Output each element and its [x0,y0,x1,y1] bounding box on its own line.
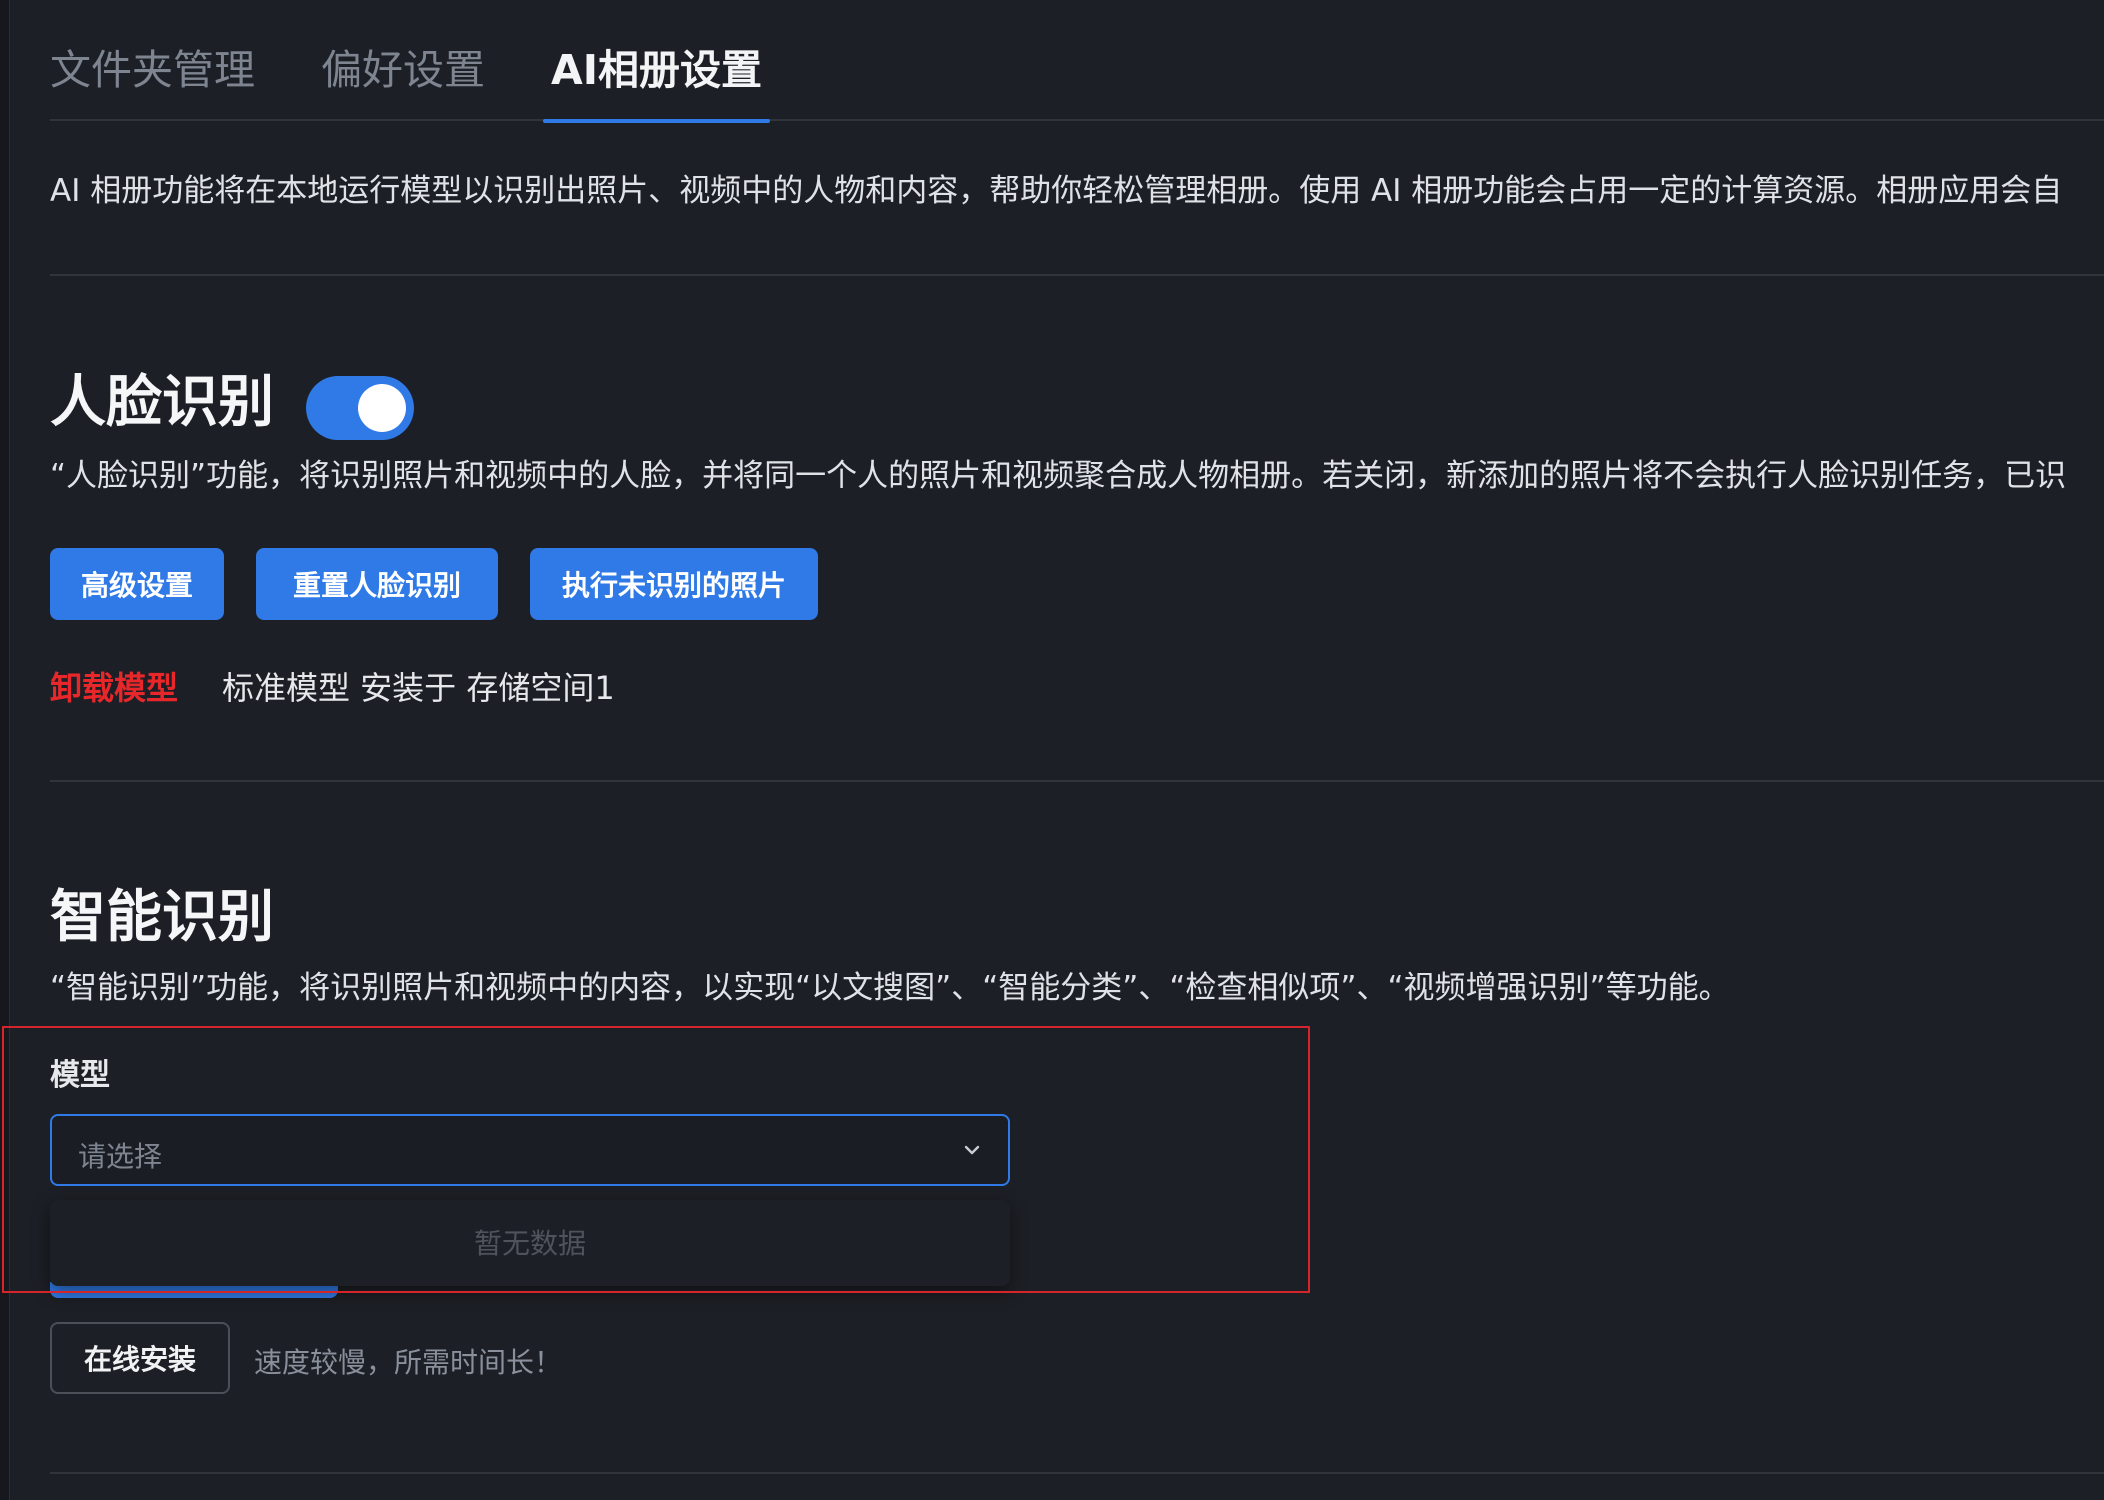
smart-recognition-description: “智能识别”功能，将识别照片和视频中的内容，以实现“以文搜图”、“智能分类”、“… [50,970,1730,1006]
highlight-annotation-box [2,1026,1310,1293]
divider [50,1472,2104,1474]
online-install-button[interactable]: 在线安装 [50,1322,230,1394]
tab-folder-management[interactable]: 文件夹管理 [50,0,255,121]
toggle-knob [358,384,406,432]
divider [50,274,2104,276]
face-recognition-toggle[interactable] [306,376,414,440]
face-recognition-title: 人脸识别 [50,370,274,435]
advanced-settings-button[interactable]: 高级设置 [50,548,224,620]
settings-page: 文件夹管理 偏好设置 AI相册设置 AI 相册功能将在本地运行模型以识别出照片、… [0,0,2104,1500]
model-install-info: 标准模型 安装于 存储空间1 [222,669,615,707]
smart-recognition-title: 智能识别 [50,885,274,950]
face-recognition-description: “人脸识别”功能，将识别照片和视频中的人脸，并将同一个人的照片和视频聚合成人物相… [50,458,2067,494]
tab-bar: 文件夹管理 偏好设置 AI相册设置 [50,0,2104,123]
reset-face-recognition-button[interactable]: 重置人脸识别 [256,548,498,620]
tab-ai-album-settings[interactable]: AI相册设置 [543,0,770,123]
divider [50,780,2104,782]
run-unrecognized-photos-button[interactable]: 执行未识别的照片 [530,548,818,620]
install-hint-text: 速度较慢，所需时间长！ [254,1346,563,1379]
intro-text: AI 相册功能将在本地运行模型以识别出照片、视频中的人物和内容，帮助你轻松管理相… [50,173,2063,209]
uninstall-model-link[interactable]: 卸载模型 [50,663,178,709]
tab-preferences[interactable]: 偏好设置 [321,0,485,121]
